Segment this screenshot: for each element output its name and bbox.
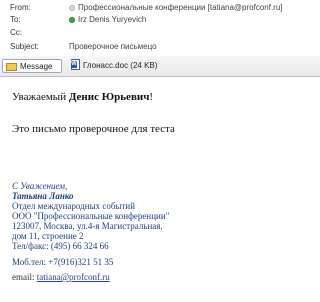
attachment-file[interactable]: Глонасс.doc (24 KB) (68, 59, 157, 73)
signature-address-2: дом 11, строение 2 (12, 231, 84, 241)
signature-company: ООО "Профессиональные конференции" (12, 211, 170, 221)
greeting-prefix: Уважаемый (12, 91, 69, 103)
sender-status-icon (69, 4, 75, 11)
envelope-icon (6, 63, 17, 71)
from-value[interactable]: Профессиональные конференции [tatiana@pr… (69, 2, 283, 13)
to-label: To: (10, 15, 21, 24)
signature-email-line: email: tatiana@profconf.ru (12, 272, 110, 282)
message-header: From: Профессиональные конференции [tati… (0, 0, 320, 55)
message-tab-label: Message (20, 62, 53, 71)
to-text: Irz Denis Yuryevich (78, 15, 147, 24)
signature-address-1: 123007, Москва, ул.4-я Магистральная, (12, 221, 163, 231)
subject-label: Subject: (10, 42, 39, 51)
greeting-name: Денис Юрьевич (68, 91, 150, 103)
body-text: Это письмо проверочное для теста (12, 123, 175, 135)
cc-label: Cc: (10, 28, 22, 37)
attachment-bar: Message Глонасс.doc (24 KB) (0, 56, 320, 77)
attachment-file-label: Глонасс.doc (24 KB) (83, 61, 158, 70)
recipient-status-icon (69, 16, 75, 23)
to-value[interactable]: Irz Denis Yuryevich (69, 14, 146, 25)
word-document-icon (71, 59, 80, 70)
signature-department: Отдел международных событий (12, 201, 136, 211)
from-label: From: (10, 3, 31, 12)
email-link[interactable]: tatiana@profconf.ru (37, 272, 110, 282)
email-label: email: (12, 272, 37, 282)
signature-name: Татьяна Ланко (12, 191, 74, 201)
greeting-suffix: ! (149, 91, 154, 103)
subject-value: Проверочное письмецо (69, 42, 157, 51)
signature-phone: Тел/факс: (495) 66 324 66 (12, 241, 109, 251)
signature-closing: С Уважением, (12, 181, 68, 191)
message-tab[interactable]: Message (2, 59, 62, 73)
from-text: Профессиональные конференции [tatiana@pr… (78, 3, 283, 12)
greeting-line: Уважаемый Денис Юрьевич! (12, 91, 153, 103)
message-body: Уважаемый Денис Юрьевич! Это письмо пров… (0, 77, 320, 302)
signature-mobile: Моб.тел: +7(916)321 51 35 (12, 257, 114, 267)
